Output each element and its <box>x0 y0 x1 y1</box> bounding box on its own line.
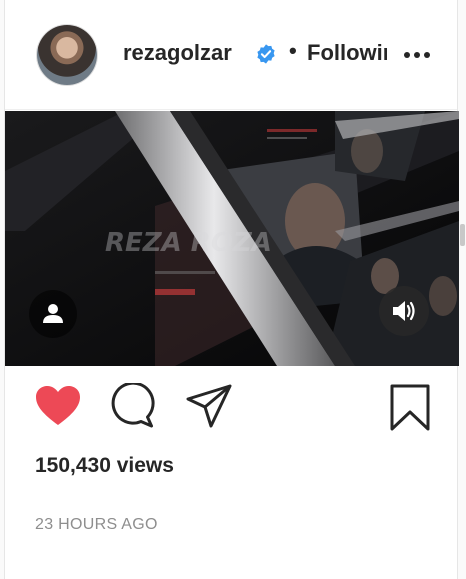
action-bar <box>5 383 457 443</box>
paper-plane-icon[interactable] <box>185 383 233 429</box>
heart-icon[interactable] <box>33 383 83 429</box>
user-tag-button[interactable] <box>29 290 77 338</box>
sound-toggle-button[interactable] <box>379 286 429 336</box>
svg-text:REZA ROZA: REZA ROZA <box>105 228 272 258</box>
separator-dot: • <box>289 38 297 63</box>
bookmark-icon[interactable] <box>389 383 431 433</box>
user-tag-icon <box>43 304 63 323</box>
views-count[interactable]: 150,430 views <box>35 454 174 478</box>
avatar[interactable] <box>37 25 97 85</box>
post-card: rezagolzar • Following <box>4 0 459 579</box>
following-button[interactable]: Following <box>307 40 387 66</box>
speaker-volume-icon <box>393 301 415 321</box>
verified-badge-icon <box>257 44 275 64</box>
more-options-icon[interactable] <box>401 43 433 63</box>
comment-icon[interactable] <box>109 383 157 429</box>
post-header: rezagolzar • Following <box>5 0 457 110</box>
username-link[interactable]: rezagolzar <box>123 40 232 66</box>
post-timestamp[interactable]: 23 HOURS AGO <box>35 516 158 534</box>
scrollbar-thumb[interactable] <box>460 224 465 246</box>
